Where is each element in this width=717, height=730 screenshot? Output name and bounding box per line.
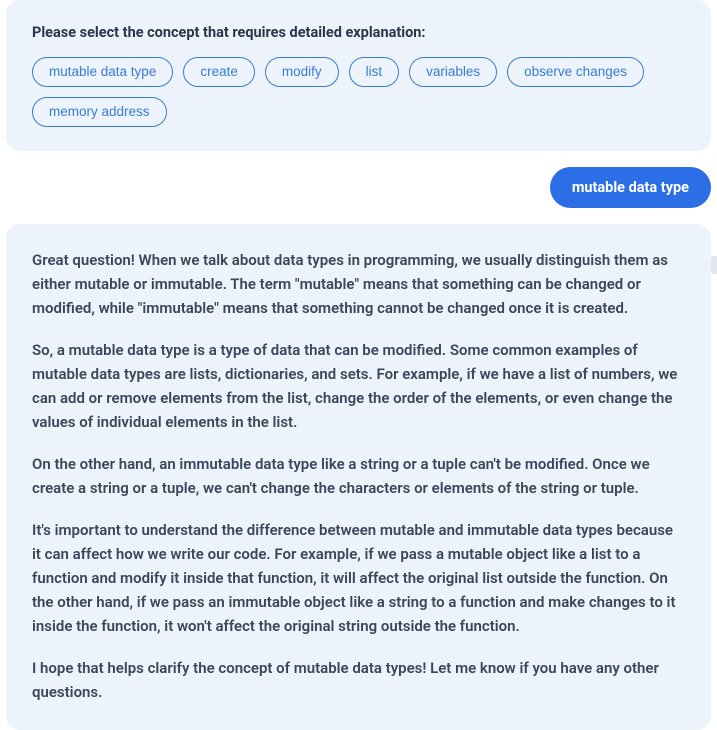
assistant-answer-bubble: Great question! When we talk about data … — [6, 224, 711, 730]
concept-chip-row: mutable data type create modify list var… — [32, 57, 685, 127]
chat-container: Please select the concept that requires … — [0, 0, 717, 730]
user-message-bubble: mutable data type — [550, 167, 711, 208]
chip-memory-address[interactable]: memory address — [32, 97, 167, 127]
side-handle-icon[interactable] — [711, 256, 717, 274]
answer-paragraph: It's important to understand the differe… — [32, 518, 685, 638]
chip-mutable-data-type[interactable]: mutable data type — [32, 57, 173, 87]
answer-paragraph: I hope that helps clarify the concept of… — [32, 656, 685, 704]
chip-modify[interactable]: modify — [265, 57, 339, 87]
answer-paragraph: So, a mutable data type is a type of dat… — [32, 338, 685, 434]
chip-create[interactable]: create — [183, 57, 255, 87]
chip-variables[interactable]: variables — [409, 57, 497, 87]
answer-paragraph: On the other hand, an immutable data typ… — [32, 452, 685, 500]
chip-list[interactable]: list — [349, 57, 400, 87]
concept-selector-bubble: Please select the concept that requires … — [6, 0, 711, 151]
user-message-row: mutable data type — [6, 167, 711, 208]
answer-paragraph: Great question! When we talk about data … — [32, 248, 685, 320]
concept-prompt-title: Please select the concept that requires … — [32, 24, 685, 41]
chip-observe-changes[interactable]: observe changes — [507, 57, 644, 87]
